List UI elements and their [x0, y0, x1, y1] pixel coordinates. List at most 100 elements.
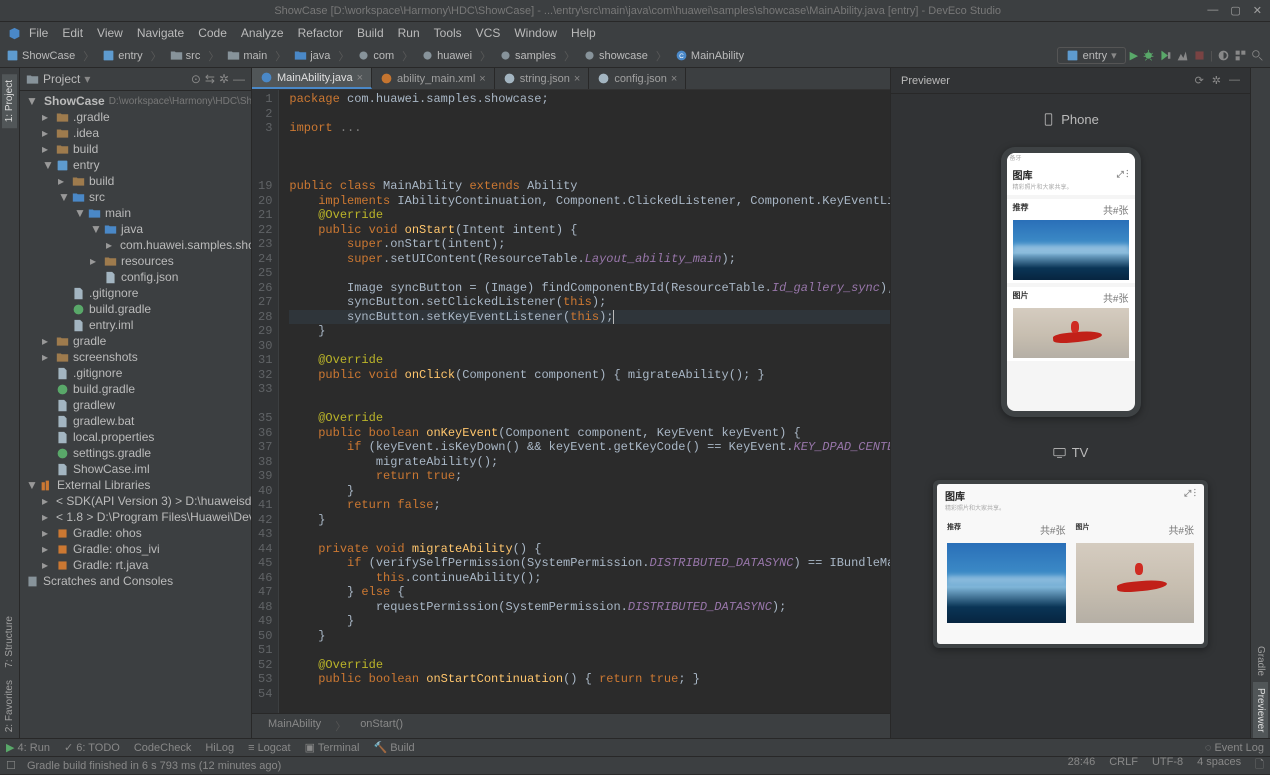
ide-indicator[interactable]: 🗋: [1255, 756, 1264, 775]
menu-file[interactable]: File: [23, 24, 54, 42]
menu-edit[interactable]: Edit: [56, 24, 89, 42]
tree-item[interactable]: ▼main: [20, 205, 251, 221]
editor-tab[interactable]: string.json×: [495, 68, 590, 89]
menu-code[interactable]: Code: [192, 24, 233, 42]
tree-item[interactable]: ▸screenshots: [20, 349, 251, 365]
line-separator[interactable]: CRLF: [1109, 756, 1138, 775]
settings-icon[interactable]: ✲: [219, 72, 229, 86]
tree-item[interactable]: .gitignore: [20, 365, 251, 381]
tree-item[interactable]: gradlew: [20, 397, 251, 413]
editor-gutter[interactable]: 1231920212223242526272829303132333536373…: [252, 90, 279, 713]
phone-icon: [1042, 113, 1055, 126]
tv-preview[interactable]: 图库 精彩照片和大家共享。 ⤢ ⋮ 推荐共#张 图片共#张: [933, 480, 1208, 648]
tree-lib-item[interactable]: ▸Gradle: rt.java: [20, 557, 251, 573]
tab-codecheck[interactable]: CodeCheck: [134, 742, 191, 754]
minimize-button[interactable]: —: [1207, 4, 1218, 17]
tree-item[interactable]: .gitignore: [20, 285, 251, 301]
indent-config[interactable]: 4 spaces: [1197, 756, 1241, 775]
run-config-dropdown[interactable]: entry ▾: [1057, 47, 1126, 64]
gallery-image-sky: [1013, 220, 1129, 280]
breadcrumb-class[interactable]: MainAbility: [266, 717, 323, 735]
refresh-icon[interactable]: ⟳: [1195, 74, 1204, 87]
stop-button[interactable]: [1193, 49, 1206, 62]
tab-logcat[interactable]: Logcat: [258, 742, 291, 754]
tree-scratches[interactable]: Scratches and Consoles: [20, 573, 251, 589]
tree-item[interactable]: build.gradle: [20, 381, 251, 397]
phone-preview[interactable]: 备牙 图库 ⤢ ⋮ 精彩照片和大家共享。 推荐共#张 图片共#张: [1001, 147, 1141, 417]
tree-item[interactable]: ▸build: [20, 173, 251, 189]
sync-button[interactable]: [1217, 49, 1230, 62]
tree-item[interactable]: ▸build: [20, 141, 251, 157]
editor-tab[interactable]: MainAbility.java×: [252, 68, 372, 89]
menu-analyze[interactable]: Analyze: [235, 24, 290, 42]
tab-favorites[interactable]: 2: Favorites: [2, 674, 17, 738]
tree-item[interactable]: ▼java: [20, 221, 251, 237]
menu-build[interactable]: Build: [351, 24, 390, 42]
tree-lib-item[interactable]: ▸Gradle: ohos_ivi: [20, 541, 251, 557]
tab-project[interactable]: 1: Project: [2, 74, 17, 128]
project-scope-label[interactable]: Project: [43, 72, 80, 86]
profiler-button[interactable]: [1176, 49, 1189, 62]
tree-item[interactable]: ▼entry: [20, 157, 251, 173]
tree-item[interactable]: settings.gradle: [20, 445, 251, 461]
tab-run[interactable]: 4: Run: [18, 742, 50, 754]
menu-navigate[interactable]: Navigate: [131, 24, 190, 42]
file-encoding[interactable]: UTF-8: [1152, 756, 1183, 775]
tree-item[interactable]: ShowCase.iml: [20, 461, 251, 477]
close-button[interactable]: ✕: [1253, 4, 1262, 17]
event-log[interactable]: Event Log: [1214, 742, 1264, 754]
menu-tools[interactable]: Tools: [428, 24, 468, 42]
editor-tab[interactable]: ability_main.xml×: [372, 68, 495, 89]
previewer-title: Previewer: [901, 75, 950, 87]
select-opened-icon[interactable]: ⇆: [205, 72, 215, 86]
run-button[interactable]: ▶: [1130, 49, 1138, 62]
tab-structure[interactable]: 7: Structure: [2, 610, 17, 674]
menu-run[interactable]: Run: [392, 24, 426, 42]
gear-icon[interactable]: ✲: [1212, 74, 1221, 87]
tree-item[interactable]: build.gradle: [20, 301, 251, 317]
tab-hilog[interactable]: HiLog: [205, 742, 234, 754]
tree-item[interactable]: config.json: [20, 269, 251, 285]
tree-item[interactable]: entry.iml: [20, 317, 251, 333]
collapse-icon[interactable]: ⊙: [191, 72, 201, 86]
tree-root[interactable]: ▼ ShowCase D:\workspace\Harmony\HDC\Show…: [20, 93, 251, 109]
tab-terminal[interactable]: Terminal: [318, 742, 360, 754]
menu-refactor[interactable]: Refactor: [292, 24, 349, 42]
tree-item[interactable]: ▸gradle: [20, 333, 251, 349]
cursor-position[interactable]: 28:46: [1068, 756, 1096, 775]
editor-tab[interactable]: config.json×: [589, 68, 686, 89]
hide-icon[interactable]: —: [233, 72, 245, 86]
breadcrumb-module[interactable]: ShowCase: [6, 49, 75, 62]
search-button[interactable]: [1251, 49, 1264, 62]
tab-build[interactable]: Build: [390, 742, 414, 754]
maximize-button[interactable]: ▢: [1230, 4, 1240, 17]
debug-button[interactable]: [1142, 49, 1155, 62]
tree-item[interactable]: ▸.gradle: [20, 109, 251, 125]
tree-item[interactable]: ▸resources: [20, 253, 251, 269]
hide-pv-icon[interactable]: —: [1229, 74, 1240, 87]
tab-todo[interactable]: 6: TODO: [76, 742, 120, 754]
code-editor[interactable]: 1231920212223242526272829303132333536373…: [252, 90, 890, 713]
tree-lib-item[interactable]: ▸< 1.8 > D:\Program Files\Huawei\DevEco …: [20, 509, 251, 525]
menu-vcs[interactable]: VCS: [470, 24, 507, 42]
status-message: Gradle build finished in 6 s 793 ms (12 …: [27, 760, 281, 772]
project-tree[interactable]: ▼ ShowCase D:\workspace\Harmony\HDC\Show…: [20, 91, 251, 738]
tree-item[interactable]: ▼src: [20, 189, 251, 205]
coverage-button[interactable]: [1159, 49, 1172, 62]
tree-ext-libs[interactable]: ▼ External Libraries: [20, 477, 251, 493]
tab-gradle[interactable]: Gradle: [1253, 640, 1268, 682]
editor-content[interactable]: package com.huawei.samples.showcase; imp…: [279, 90, 890, 713]
tree-lib-item[interactable]: ▸Gradle: ohos: [20, 525, 251, 541]
tab-previewer[interactable]: Previewer: [1253, 682, 1268, 738]
tree-item[interactable]: gradlew.bat: [20, 413, 251, 429]
breadcrumb-method[interactable]: onStart(): [358, 717, 405, 735]
tree-lib-item[interactable]: ▸< SDK(API Version 3) > D:\huaweisdk: [20, 493, 251, 509]
breadcrumb-config[interactable]: entry: [102, 49, 142, 62]
tree-item[interactable]: local.properties: [20, 429, 251, 445]
tree-item[interactable]: ▸.idea: [20, 125, 251, 141]
structure-button[interactable]: [1234, 49, 1247, 62]
menu-help[interactable]: Help: [565, 24, 602, 42]
menu-view[interactable]: View: [91, 24, 129, 42]
tree-item[interactable]: ▸com.huawei.samples.showcase: [20, 237, 251, 253]
menu-window[interactable]: Window: [508, 24, 563, 42]
